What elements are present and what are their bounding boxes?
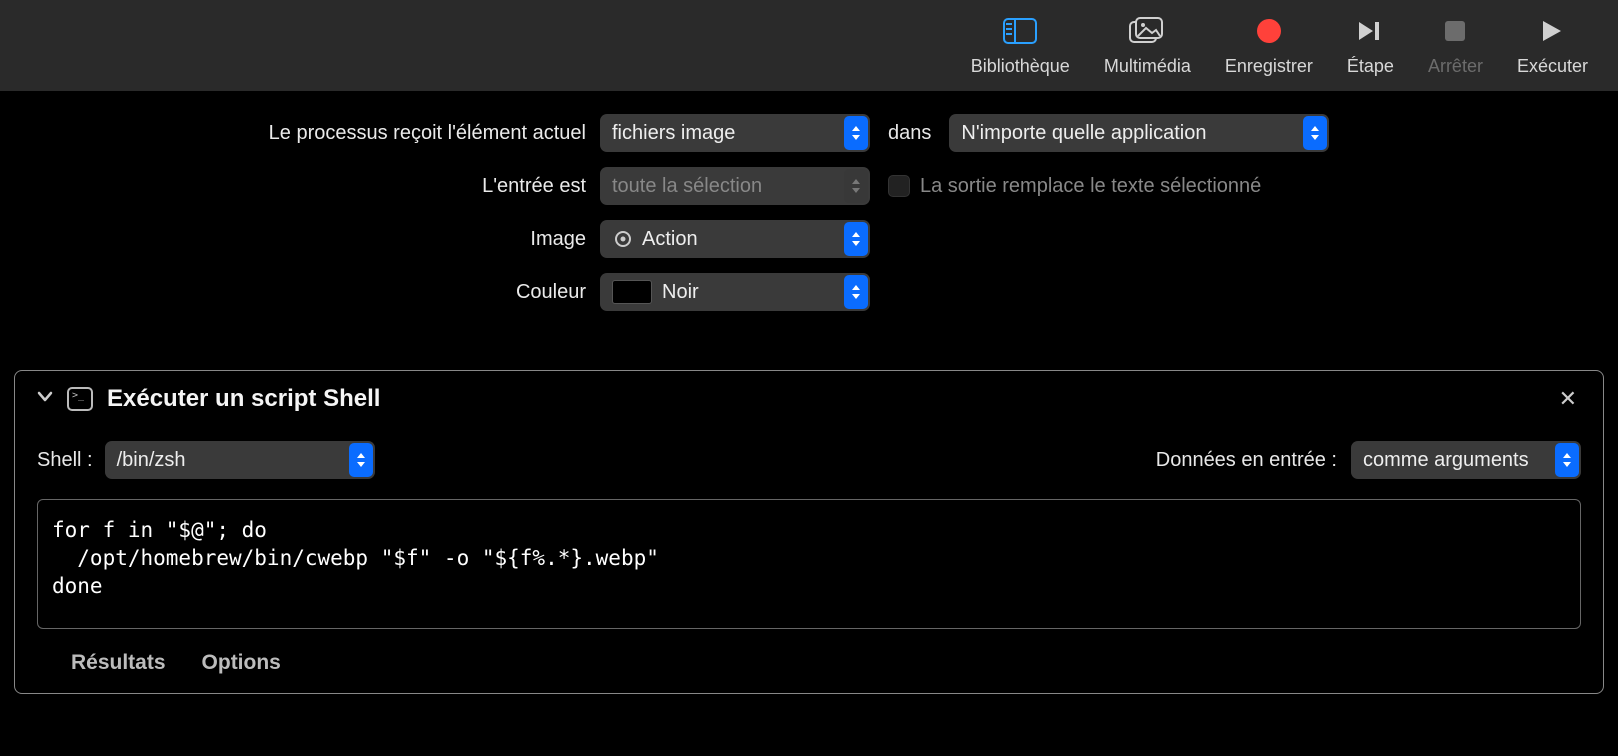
stepper-icon xyxy=(1555,443,1579,477)
step-icon xyxy=(1357,14,1383,48)
terminal-icon: >_ xyxy=(67,387,93,411)
sidebar-icon xyxy=(1003,14,1037,48)
action-header: >_ Exécuter un script Shell ✕ xyxy=(37,385,1581,413)
replace-output-checkbox: La sortie remplace le texte sélectionné xyxy=(888,175,1261,198)
receives-select[interactable]: fichiers image xyxy=(600,114,870,152)
receives-label: Le processus reçoit l'élément actuel xyxy=(0,122,600,145)
record-icon xyxy=(1256,14,1282,48)
run-button[interactable]: Exécuter xyxy=(1517,14,1588,77)
collapse-toggle[interactable] xyxy=(37,390,53,409)
replace-output-label: La sortie remplace le texte sélectionné xyxy=(920,175,1261,198)
run-label: Exécuter xyxy=(1517,56,1588,77)
app-value: N'importe quelle application xyxy=(961,122,1206,145)
app-select[interactable]: N'importe quelle application xyxy=(949,114,1329,152)
input-data-value: comme arguments xyxy=(1363,449,1529,472)
color-select[interactable]: Noir xyxy=(600,273,870,311)
library-label: Bibliothèque xyxy=(971,56,1070,77)
script-editor[interactable]: for f in "$@"; do /opt/homebrew/bin/cweb… xyxy=(37,499,1581,629)
color-label: Couleur xyxy=(0,281,600,304)
results-tab[interactable]: Résultats xyxy=(71,651,166,675)
stop-button: Arrêter xyxy=(1428,14,1483,77)
library-button[interactable]: Bibliothèque xyxy=(971,14,1070,77)
stepper-icon xyxy=(349,443,373,477)
stepper-icon xyxy=(844,116,868,150)
close-icon[interactable]: ✕ xyxy=(1555,386,1581,412)
input-data-select[interactable]: comme arguments xyxy=(1351,441,1581,479)
shell-select[interactable]: /bin/zsh xyxy=(105,441,375,479)
stepper-icon xyxy=(1303,116,1327,150)
pictures-icon xyxy=(1129,14,1165,48)
options-tab[interactable]: Options xyxy=(202,651,281,675)
receives-value: fichiers image xyxy=(612,122,735,145)
input-is-select: toute la sélection xyxy=(600,167,870,205)
workflow-config: Le processus reçoit l'élément actuel fic… xyxy=(0,92,1618,356)
shell-label: Shell : xyxy=(37,449,93,472)
step-label: Étape xyxy=(1347,56,1394,77)
stepper-icon xyxy=(844,275,868,309)
gear-icon xyxy=(612,230,634,248)
action-footer: Résultats Options xyxy=(37,651,1581,675)
stepper-icon xyxy=(844,222,868,256)
input-is-value: toute la sélection xyxy=(612,175,762,198)
image-value: Action xyxy=(642,228,698,251)
input-data-label: Données en entrée : xyxy=(1156,449,1337,472)
checkbox-box xyxy=(888,175,910,197)
stop-icon xyxy=(1444,14,1466,48)
color-swatch xyxy=(612,280,652,304)
in-label: dans xyxy=(888,122,931,145)
media-label: Multimédia xyxy=(1104,56,1191,77)
media-button[interactable]: Multimédia xyxy=(1104,14,1191,77)
record-label: Enregistrer xyxy=(1225,56,1313,77)
shell-value: /bin/zsh xyxy=(117,449,186,472)
toolbar: Bibliothèque Multimédia Enregistrer Étap… xyxy=(0,0,1618,92)
image-label: Image xyxy=(0,228,600,251)
play-icon xyxy=(1541,14,1563,48)
action-title: Exécuter un script Shell xyxy=(107,385,380,413)
stop-label: Arrêter xyxy=(1428,56,1483,77)
step-button[interactable]: Étape xyxy=(1347,14,1394,77)
color-value: Noir xyxy=(662,281,699,304)
shell-action-card: >_ Exécuter un script Shell ✕ Shell : /b… xyxy=(14,370,1604,694)
input-is-label: L'entrée est xyxy=(0,175,600,198)
stepper-icon xyxy=(844,169,868,203)
image-select[interactable]: Action xyxy=(600,220,870,258)
script-content: for f in "$@"; do /opt/homebrew/bin/cweb… xyxy=(52,516,1566,600)
record-button[interactable]: Enregistrer xyxy=(1225,14,1313,77)
